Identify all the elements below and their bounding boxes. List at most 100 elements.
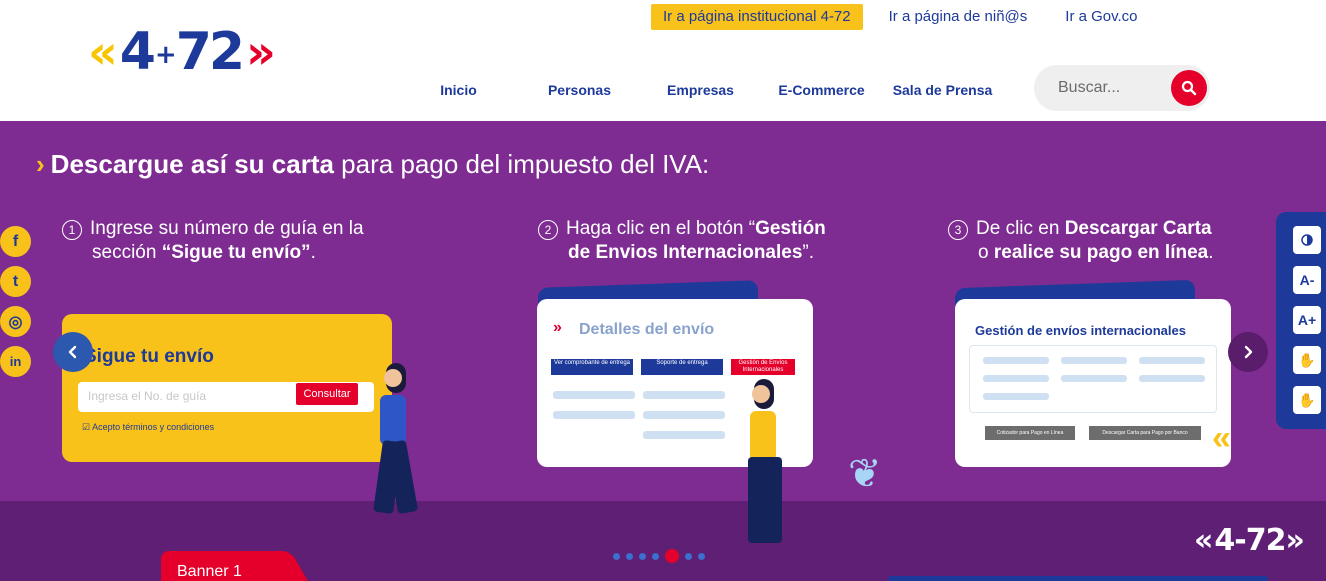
sign-language-icon: ✋ bbox=[1298, 351, 1316, 368]
banner-logo-watermark: «4-72» bbox=[1194, 523, 1305, 558]
bottom-blue-strip bbox=[888, 576, 1268, 581]
carousel-dots bbox=[613, 549, 705, 563]
plant-icon: ❦ bbox=[848, 452, 882, 496]
step-line2: de Envios Internacionales”. bbox=[538, 241, 826, 265]
carousel-dot[interactable] bbox=[652, 552, 659, 560]
facebook-icon[interactable]: f bbox=[0, 226, 31, 257]
govco-link[interactable]: Ir a Gov.co bbox=[1065, 2, 1137, 32]
logo-left-chevrons-icon: « bbox=[88, 25, 118, 79]
details-chevron-icon: » bbox=[553, 319, 562, 336]
instagram-icon[interactable]: ◎ bbox=[0, 306, 31, 337]
banner-title-rest: para pago del impuesto del IVA: bbox=[333, 149, 710, 179]
chevron-left-icon bbox=[68, 345, 77, 359]
increase-font-icon: A+ bbox=[1297, 312, 1317, 328]
illustration-management-card: Gestión de envíos internacionales Cotiza… bbox=[955, 299, 1231, 467]
logo-right-chevrons-icon: » bbox=[246, 25, 276, 79]
track-card-terms: ☑ Acepto términos y condiciones bbox=[82, 422, 215, 432]
step-text-bold: “Sigue tu envío” bbox=[161, 242, 311, 263]
placeholder-bar bbox=[643, 411, 725, 419]
logo-text: 4+72 bbox=[119, 22, 245, 82]
details-tag: Soporte de entrega bbox=[641, 359, 723, 375]
track-card-button: Consultar bbox=[296, 383, 358, 405]
details-tags: Ver comprobante de entrega Soporte de en… bbox=[551, 359, 795, 375]
step-text: sección bbox=[92, 242, 162, 263]
placeholder-bar bbox=[983, 393, 1049, 400]
carousel-dot[interactable] bbox=[639, 552, 646, 560]
logo-472[interactable]: « 4+72 » bbox=[88, 22, 300, 82]
placeholder-bar bbox=[1061, 375, 1127, 382]
placeholder-bar bbox=[1139, 375, 1205, 382]
carousel-prev-button[interactable] bbox=[53, 332, 93, 372]
search-input[interactable] bbox=[1056, 75, 1166, 101]
chevron-right-icon bbox=[1244, 345, 1253, 359]
placeholder-bar bbox=[1139, 357, 1205, 364]
sign-language-icon: ✋ bbox=[1298, 391, 1316, 408]
step-text-bold: Gestión bbox=[755, 218, 826, 239]
banner-tab[interactable]: Banner 1 bbox=[161, 551, 289, 581]
step-3: 3 De clic en Descargar Carta o realice su… bbox=[948, 217, 1214, 265]
step-line2: o realice su pago en línea. bbox=[948, 241, 1214, 265]
carousel-dot-active[interactable] bbox=[665, 549, 679, 563]
sign-language-button-2[interactable]: ✋ bbox=[1293, 386, 1321, 414]
details-tag: Gestión de Envíos Internacionales bbox=[731, 359, 795, 375]
track-card-placeholder: Ingresa el No. de guía bbox=[88, 389, 207, 403]
decrease-font-icon: A- bbox=[1299, 272, 1315, 288]
step-text: . bbox=[1208, 242, 1214, 263]
step-text: Ingrese su número de guía en la bbox=[90, 218, 364, 239]
banner-title: › Descargue así su carta para pago del im… bbox=[36, 149, 709, 180]
yellow-chevrons-icon: « bbox=[1212, 419, 1231, 457]
contrast-icon bbox=[1301, 234, 1313, 246]
step-text: De clic en bbox=[976, 218, 1065, 239]
decrease-font-button[interactable]: A- bbox=[1293, 266, 1321, 294]
carousel-dot[interactable] bbox=[613, 552, 620, 560]
placeholder-bar bbox=[983, 375, 1049, 382]
placeholder-bar bbox=[983, 357, 1049, 364]
step-text: . bbox=[310, 242, 316, 263]
search-box bbox=[1034, 65, 1210, 111]
sign-language-button[interactable]: ✋ bbox=[1293, 346, 1321, 374]
twitter-icon[interactable]: t bbox=[0, 266, 31, 297]
placeholder-bar bbox=[553, 391, 635, 399]
management-card-title: Gestión de envíos internacionales bbox=[975, 323, 1186, 338]
nav-personas[interactable]: Personas bbox=[519, 80, 640, 100]
carousel-dot[interactable] bbox=[626, 552, 633, 560]
step-text-bold: de Envios Internacionales bbox=[568, 242, 803, 263]
search-button[interactable] bbox=[1171, 70, 1207, 106]
step-text: Haga clic en el botón “ bbox=[566, 218, 756, 239]
banner-watermark-text: 4-72 bbox=[1214, 523, 1286, 558]
step-text: ”. bbox=[802, 242, 815, 263]
placeholder-bar bbox=[643, 391, 725, 399]
step-1: 1 Ingrese su número de guía en la sección… bbox=[62, 217, 364, 265]
step-text-bold: realice su pago en línea bbox=[993, 242, 1209, 263]
nav-inicio[interactable]: Inicio bbox=[398, 80, 519, 100]
carousel-dot[interactable] bbox=[685, 552, 692, 560]
step-text-bold: Descargar Carta bbox=[1064, 218, 1212, 239]
details-tag: Ver comprobante de entrega bbox=[551, 359, 633, 375]
hero-banner: › Descargue así su carta para pago del im… bbox=[0, 121, 1326, 581]
watermark-right-chevrons-icon: » bbox=[1285, 523, 1305, 558]
contrast-button[interactable] bbox=[1293, 226, 1321, 254]
site-header: « 4+72 » Ir a página institucional 4-72 … bbox=[0, 0, 1326, 121]
search-icon bbox=[1181, 80, 1197, 96]
institutional-page-button[interactable]: Ir a página institucional 4-72 bbox=[651, 4, 863, 30]
increase-font-button[interactable]: A+ bbox=[1293, 306, 1321, 334]
title-chevron-icon: › bbox=[36, 149, 45, 179]
kids-page-link[interactable]: Ir a página de niñ@s bbox=[889, 2, 1028, 32]
linkedin-icon[interactable]: in bbox=[0, 346, 31, 377]
step-2: 2 Haga clic en el botón “Gestión de Envio… bbox=[538, 217, 826, 265]
carousel-dot[interactable] bbox=[698, 552, 705, 560]
watermark-left-chevrons-icon: « bbox=[1194, 523, 1214, 558]
accessibility-bar: A- A+ ✋ ✋ bbox=[1276, 212, 1326, 429]
track-card-title: Sigue tu envío bbox=[84, 346, 214, 367]
step-number: 1 bbox=[62, 220, 82, 240]
nav-ecommerce[interactable]: E-Commerce bbox=[761, 80, 882, 100]
management-card-button: Cotizador para Pago en Línea bbox=[985, 426, 1075, 440]
placeholder-bar bbox=[553, 411, 635, 419]
top-links: Ir a página institucional 4-72 Ir a pági… bbox=[651, 2, 1138, 32]
carousel-next-button[interactable] bbox=[1228, 332, 1268, 372]
details-card-title: Detalles del envío bbox=[579, 321, 715, 338]
nav-empresas[interactable]: Empresas bbox=[640, 80, 761, 100]
illustration-track-card: Sigue tu envío Ingresa el No. de guía Co… bbox=[62, 314, 392, 462]
nav-sala-de-prensa[interactable]: Sala de Prensa bbox=[882, 80, 1003, 100]
step-number: 2 bbox=[538, 220, 558, 240]
